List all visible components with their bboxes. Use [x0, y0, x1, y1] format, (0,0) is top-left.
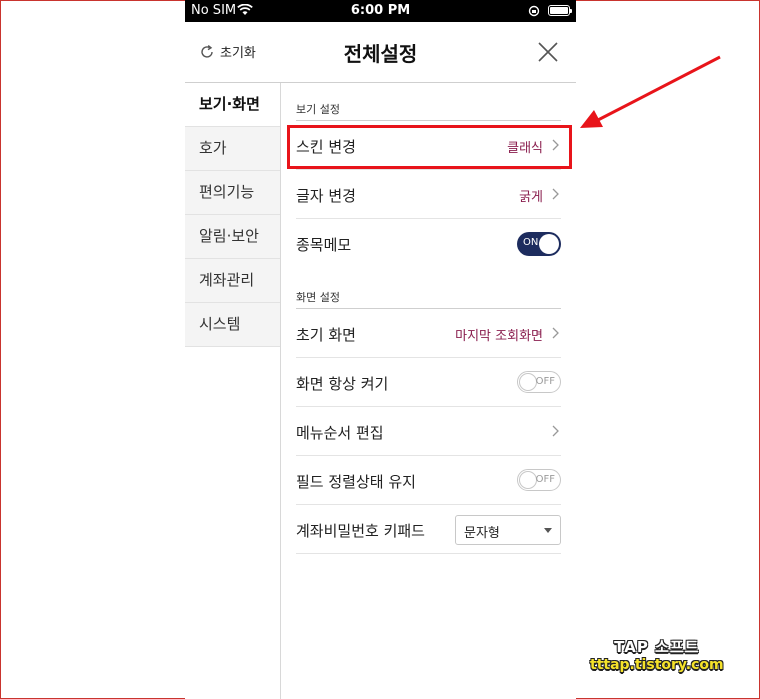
settings-sidebar: 보기·화면 호가 편의기능 알림·보안 계좌관리 시스템	[185, 83, 281, 699]
reset-label: 초기화	[220, 46, 256, 61]
sidebar-item-alerts-security[interactable]: 알림·보안	[185, 215, 281, 259]
field-sort-keep-row: 필드 정렬상태 유지 OFF	[296, 456, 561, 505]
row-label: 초기 화면	[296, 326, 356, 344]
chevron-right-icon	[552, 188, 559, 200]
row-label: 필드 정렬상태 유지	[296, 473, 416, 491]
status-bar: No SIM 6:00 PM	[185, 0, 576, 22]
toggle-knob	[519, 373, 537, 391]
toggle-state-label: OFF	[535, 474, 555, 485]
sidebar-item-system[interactable]: 시스템	[185, 303, 281, 347]
header-bar: 초기화 전체설정	[185, 22, 576, 83]
account-password-keypad-row: 계좌비밀번호 키패드 문자형	[296, 505, 561, 554]
row-label: 메뉴순서 편집	[296, 424, 384, 442]
watermark-title: TAP 소프트	[614, 638, 700, 656]
sidebar-item-quote[interactable]: 호가	[185, 127, 281, 171]
orientation-lock-icon	[528, 5, 540, 21]
stock-memo-toggle[interactable]: ON	[517, 232, 561, 256]
highlight-box	[287, 125, 572, 169]
sidebar-item-convenience[interactable]: 편의기능	[185, 171, 281, 215]
field-sort-keep-toggle[interactable]: OFF	[517, 469, 561, 491]
row-label: 화면 항상 켜기	[296, 375, 389, 393]
toggle-state-label: OFF	[535, 376, 555, 387]
sidebar-item-account[interactable]: 계좌관리	[185, 259, 281, 303]
select-value: 문자형	[464, 526, 500, 541]
chevron-right-icon	[552, 327, 559, 339]
status-time: 6:00 PM	[350, 3, 411, 18]
stock-memo-row: 종목메모 ON	[296, 219, 561, 268]
menu-order-edit-row[interactable]: 메뉴순서 편집	[296, 407, 561, 456]
red-arrow-icon	[580, 55, 721, 128]
toggle-knob	[539, 234, 559, 254]
sidebar-item-view-screen[interactable]: 보기·화면	[185, 83, 281, 127]
caret-down-icon	[544, 528, 552, 533]
toggle-state-label: ON	[523, 237, 539, 248]
battery-icon	[548, 5, 572, 16]
close-icon[interactable]	[536, 40, 560, 64]
watermark-url: tttap.tistory.com	[590, 657, 724, 673]
reset-button[interactable]: 초기화	[199, 42, 256, 61]
row-value: 굵게	[519, 190, 543, 205]
row-label: 글자 변경	[296, 187, 356, 205]
initial-screen-row[interactable]: 초기 화면 마지막 조회화면	[296, 309, 561, 358]
row-label: 계좌비밀번호 키패드	[296, 522, 425, 540]
refresh-icon	[201, 44, 213, 58]
screen-always-on-toggle[interactable]: OFF	[517, 371, 561, 393]
row-label: 종목메모	[296, 236, 352, 254]
toggle-knob	[519, 471, 537, 489]
section-label-view: 보기 설정	[296, 103, 340, 116]
keypad-type-select[interactable]: 문자형	[455, 515, 561, 545]
screen-always-on-row: 화면 항상 켜기 OFF	[296, 358, 561, 407]
section-label-screen: 화면 설정	[296, 291, 340, 304]
row-value: 마지막 조회화면	[455, 329, 543, 344]
phone-screen: No SIM 6:00 PM 초기화 전체설정 보기·화면 호가 편의기능 알림…	[185, 0, 576, 699]
chevron-right-icon	[552, 425, 559, 437]
font-change-row[interactable]: 글자 변경 굵게	[296, 170, 561, 219]
watermark: TAP 소프트 tttap.tistory.com	[590, 636, 724, 673]
